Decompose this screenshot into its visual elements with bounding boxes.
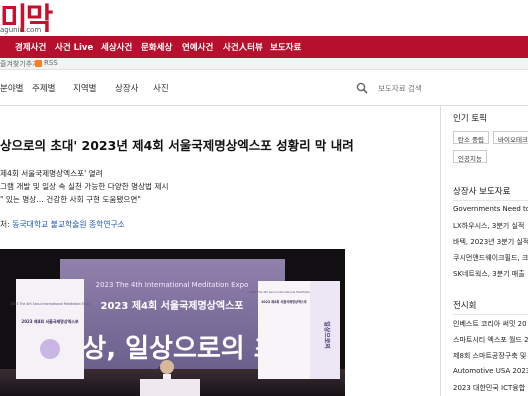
article-summary-line: 그램 개발 및 일상 속 실천 가능한 다양한 명상법 제시 <box>0 182 169 191</box>
section-tab-topic[interactable]: 주제별 <box>32 82 55 94</box>
section-tab-photo[interactable]: 사진 <box>153 82 169 94</box>
nav-item-culture[interactable]: 문화세상 <box>141 41 172 53</box>
nav-item-live[interactable]: 사건 Live <box>55 41 93 53</box>
source-label: 처: <box>0 220 10 229</box>
rss-link[interactable]: RSS <box>44 59 58 67</box>
listed-releases-title: 상장사 보도자료 <box>453 187 511 197</box>
nav-item-society[interactable]: 세상사건 <box>101 41 132 53</box>
bookmark-link[interactable]: 즐겨찾기추가 <box>0 59 39 69</box>
exhibition-title: 전시회 <box>453 301 477 311</box>
topic-tag[interactable]: 탄소 중립 <box>453 131 489 144</box>
nav-item-press-release[interactable]: 보도자료 <box>270 41 301 53</box>
utility-bar: 즐겨찾기추가 RSS <box>0 58 528 70</box>
popular-topics-title: 인기 토픽 <box>453 114 487 124</box>
main-nav: 경제사건 사건 Live 세상사건 문화세상 연예사건 사건人터뷰 보도자료 <box>0 36 528 58</box>
article-source: 처: 동국대학교 불교학술원 종학연구소 <box>0 219 125 230</box>
article: 상으로의 초대' 2023년 제4회 서울국제명상엑스포 성황리 막 내려 제4… <box>0 107 440 396</box>
section-nav: 분야별 주제별 지역별 상장사 사진 <box>0 70 528 106</box>
topic-tag[interactable]: 바이오테크 <box>493 131 528 144</box>
listed-release-item[interactable]: 바텍, 2023년 3분기 실적 <box>453 237 528 247</box>
banner-subtitle-text: 2023 제4회 서울국제명상엑스포 <box>101 299 244 312</box>
article-summary-line: 제4회 서울국제명상엑스포' 열려 <box>0 169 103 178</box>
exhibition-item[interactable]: Automotive USA 2023 <box>453 367 528 375</box>
article-photo[interactable]: 2023 The 4th International Meditation Ex… <box>0 249 345 396</box>
left-poster: 2023 The 4th Seoul International Meditat… <box>10 279 90 379</box>
rss-icon[interactable] <box>35 60 42 67</box>
right-poster-big-text: 일상으로의 <box>323 321 331 349</box>
divider <box>453 200 528 201</box>
listed-release-item[interactable]: 쿠시먼앤드웨이크필드, 크 <box>453 253 528 263</box>
site-logo[interactable]: 미막 agunin.com <box>0 0 60 37</box>
divider <box>453 314 528 315</box>
nav-item-economy[interactable]: 경제사건 <box>15 41 46 53</box>
source-link[interactable]: 동국대학교 불교학술원 종학연구소 <box>12 220 125 229</box>
section-tab-listed[interactable]: 상장사 <box>115 82 138 94</box>
exhibition-item[interactable]: 2023 대한민국 ICT융합 <box>453 383 525 393</box>
right-poster-korean: 2023 제4회 서울국제명상엑스포 <box>261 299 307 304</box>
sidebar: 인기 토픽 탄소 중립 바이오테크 인공지능 상장사 보도자료 Governme… <box>440 106 528 396</box>
right-poster: 2023 The 4th Seoul International Meditat… <box>249 281 340 379</box>
nav-item-interview[interactable]: 사건人터뷰 <box>223 41 263 53</box>
search-input[interactable] <box>378 79 528 97</box>
section-tab-category[interactable]: 분야별 <box>0 82 23 94</box>
exhibition-item[interactable]: 제8회 스마트공장구축 및 <box>453 351 526 361</box>
listed-release-item[interactable]: LX하우시스, 3분기 실적 <box>453 221 524 231</box>
topic-tag[interactable]: 인공지능 <box>453 150 487 163</box>
exhibition-item[interactable]: 인베스트 코리아 써밋 20 <box>453 319 527 329</box>
listed-release-item[interactable]: SK네트웍스, 3분기 매출 <box>453 269 525 279</box>
listed-release-item[interactable]: Governments Need to <box>453 205 528 213</box>
banner-english-text: 2023 The 4th International Meditation Ex… <box>96 281 249 289</box>
section-tab-region[interactable]: 지역별 <box>73 82 96 94</box>
left-poster-english: 2023 The 4th Seoul International Meditat… <box>10 302 89 306</box>
logo-url: agunin.com <box>0 26 42 34</box>
article-summary-line: " 있는 명상… 건강한 사회 구현 도움됐으면" <box>0 195 141 204</box>
right-poster-english: 2023 The 4th Seoul International Meditat… <box>249 290 319 294</box>
nav-item-entertainment[interactable]: 연예사건 <box>182 41 213 53</box>
left-poster-korean: 2023 제4회 서울국제명상엑스포 <box>21 318 79 324</box>
article-headline: 상으로의 초대' 2023년 제4회 서울국제명상엑스포 성황리 막 내려 <box>0 138 354 153</box>
search-icon[interactable] <box>356 82 368 94</box>
exhibition-item[interactable]: 스마트시티 엑스포 월드 2 <box>453 335 528 345</box>
